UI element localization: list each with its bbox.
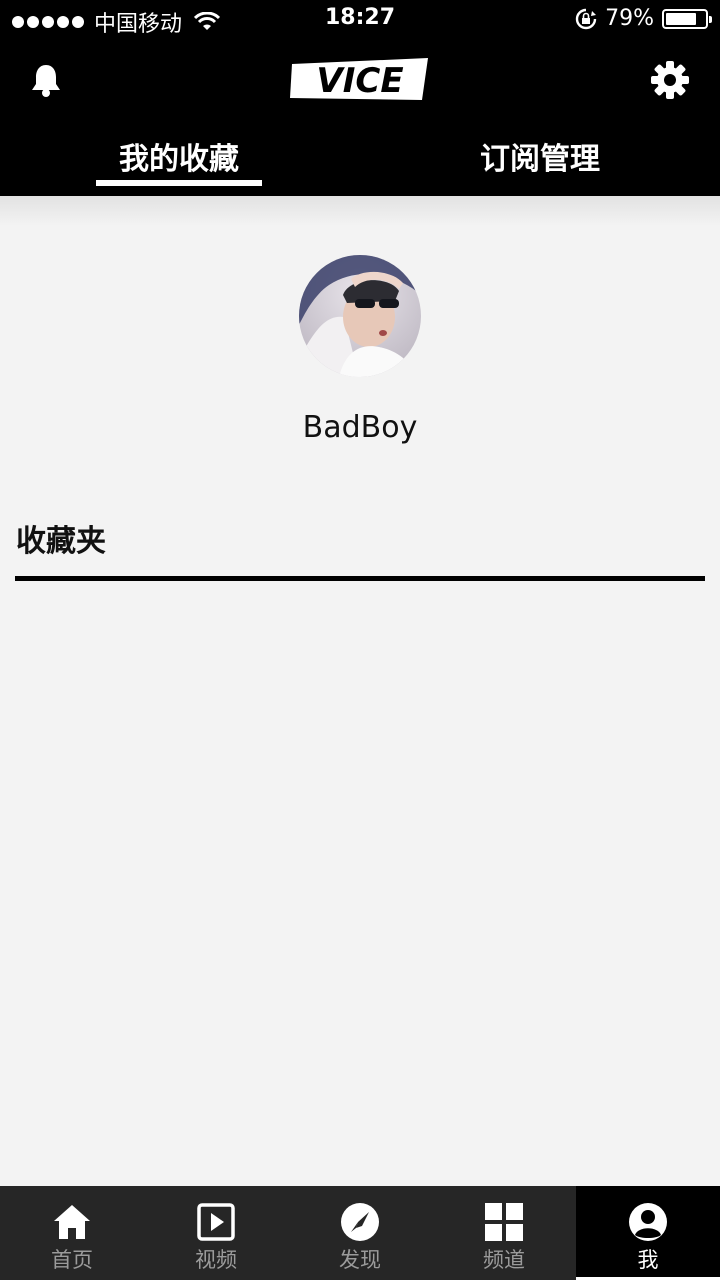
video-play-icon xyxy=(197,1203,235,1241)
app-header: VICE 我的收藏 订阅管理 xyxy=(0,40,720,196)
bottom-nav: 首页 视频 发现 频道 我 xyxy=(0,1186,720,1280)
username: BadBoy xyxy=(302,410,418,445)
compass-icon xyxy=(341,1203,379,1241)
header-shadow xyxy=(0,196,720,226)
gear-icon[interactable] xyxy=(650,60,690,100)
avatar[interactable] xyxy=(299,255,421,377)
nav-item-me[interactable]: 我 xyxy=(576,1186,720,1280)
home-icon xyxy=(54,1205,90,1239)
user-icon xyxy=(629,1203,667,1241)
status-bar: 中国移动 18:27 79% xyxy=(0,0,720,40)
tab-my-favorites[interactable]: 我的收藏 xyxy=(96,134,262,178)
section-divider xyxy=(15,576,705,581)
nav-item-video[interactable]: 视频 xyxy=(144,1186,288,1280)
rotation-lock-icon xyxy=(575,8,597,29)
nav-label-me: 我 xyxy=(637,1248,659,1272)
grid-icon xyxy=(485,1203,523,1241)
nav-label-channels: 频道 xyxy=(483,1248,525,1272)
nav-label-discover: 发现 xyxy=(339,1248,381,1272)
active-tab-indicator xyxy=(96,180,262,186)
tab-subscriptions[interactable]: 订阅管理 xyxy=(440,134,640,178)
avatar-photo xyxy=(299,255,421,377)
battery-percent: 79% xyxy=(605,6,654,31)
battery-icon xyxy=(662,8,712,29)
battery-level xyxy=(666,12,697,25)
logo-text: VICE xyxy=(316,61,403,101)
nav-item-discover[interactable]: 发现 xyxy=(288,1186,432,1280)
nav-label-video: 视频 xyxy=(195,1248,237,1272)
nav-item-home[interactable]: 首页 xyxy=(0,1186,144,1280)
vice-logo[interactable]: VICE xyxy=(286,54,434,106)
status-right: 79% xyxy=(575,6,712,31)
nav-label-home: 首页 xyxy=(51,1248,93,1272)
section-title-favorites-folder: 收藏夹 xyxy=(16,524,106,559)
nav-item-channels[interactable]: 频道 xyxy=(432,1186,576,1280)
bell-icon[interactable] xyxy=(30,62,62,98)
